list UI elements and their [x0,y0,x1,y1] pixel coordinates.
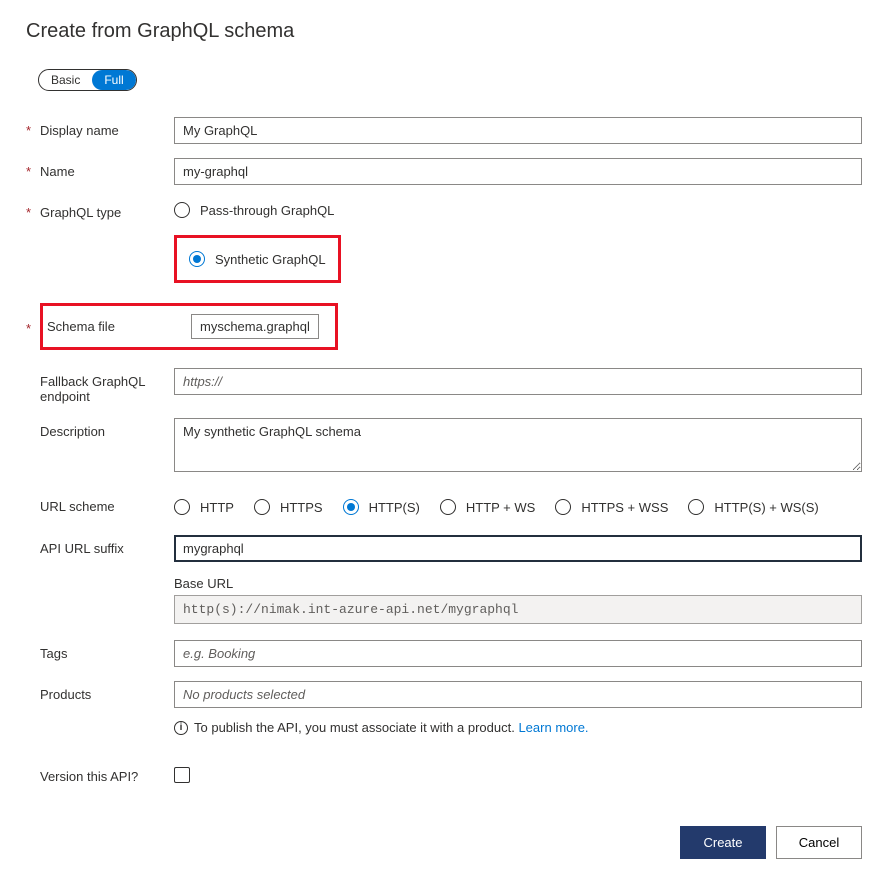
info-icon: i [174,721,188,735]
radio-icon [174,202,190,218]
label-tags: Tags [40,640,174,661]
tags-input[interactable] [174,640,862,667]
radio-http-s-ws-s[interactable]: HTTP(S) + WS(S) [688,496,818,518]
radio-http-ws-label: HTTP + WS [466,500,535,515]
radio-https-label: HTTPS [280,500,323,515]
required-marker: * [26,117,40,138]
name-input[interactable] [174,158,862,185]
radio-icon [174,499,190,515]
label-fallback: Fallback GraphQL endpoint [40,368,174,404]
base-url-display: http(s)://nimak.int-azure-api.net/mygrap… [174,595,862,624]
spacer [26,493,40,499]
radio-passthrough-label: Pass-through GraphQL [200,203,334,218]
radio-icon [688,499,704,515]
radio-http-label: HTTP [200,500,234,515]
toggle-basic[interactable]: Basic [39,70,92,90]
radio-http[interactable]: HTTP [174,496,234,518]
radio-icon [343,499,359,515]
label-display-name: Display name [40,117,174,138]
toggle-full[interactable]: Full [92,70,135,90]
label-graphql-type: GraphQL type [40,199,174,220]
api-url-suffix-input[interactable] [174,535,862,562]
radio-http-s-ws-s-label: HTTP(S) + WS(S) [714,500,818,515]
spacer [26,418,40,424]
page-title: Create from GraphQL schema [26,20,862,43]
spacer [26,535,40,541]
radio-icon [254,499,270,515]
spacer [26,763,40,769]
create-button[interactable]: Create [680,826,766,859]
required-marker: * [26,158,40,179]
label-version: Version this API? [40,763,174,784]
radio-passthrough[interactable]: Pass-through GraphQL [174,199,862,221]
radio-icon [555,499,571,515]
radio-synthetic-label: Synthetic GraphQL [215,252,326,267]
label-name: Name [40,158,174,179]
radio-https-wss-label: HTTPS + WSS [581,500,668,515]
label-products: Products [40,681,174,702]
radio-https[interactable]: HTTPS [254,496,323,518]
radio-http-s[interactable]: HTTP(S) [343,496,420,518]
description-input[interactable] [174,418,862,472]
info-text: To publish the API, you must associate i… [194,720,518,735]
cancel-button[interactable]: Cancel [776,826,862,859]
label-api-url-suffix: API URL suffix [40,535,174,556]
spacer [26,368,40,374]
label-base-url: Base URL [174,576,862,591]
required-marker: * [26,303,40,336]
learn-more-link[interactable]: Learn more. [518,720,588,735]
label-description: Description [40,418,174,439]
version-checkbox[interactable] [174,767,190,783]
display-name-input[interactable] [174,117,862,144]
highlight-schema-file: Schema file myschema.graphql [40,303,338,350]
fallback-input[interactable] [174,368,862,395]
info-row: i To publish the API, you must associate… [174,720,862,735]
spacer [26,640,40,646]
radio-synthetic[interactable]: Synthetic GraphQL [189,248,326,270]
highlight-synthetic: Synthetic GraphQL [174,235,341,283]
spacer [26,681,40,687]
label-url-scheme: URL scheme [40,493,174,514]
products-input[interactable] [174,681,862,708]
radio-icon [440,499,456,515]
radio-icon [189,251,205,267]
label-schema-file: Schema file [43,319,191,334]
toggle-basic-full[interactable]: Basic Full [38,69,137,91]
required-marker: * [26,199,40,220]
schema-file-box[interactable]: myschema.graphql [191,314,319,339]
radio-http-ws[interactable]: HTTP + WS [440,496,535,518]
radio-https-wss[interactable]: HTTPS + WSS [555,496,668,518]
radio-http-s-label: HTTP(S) [369,500,420,515]
